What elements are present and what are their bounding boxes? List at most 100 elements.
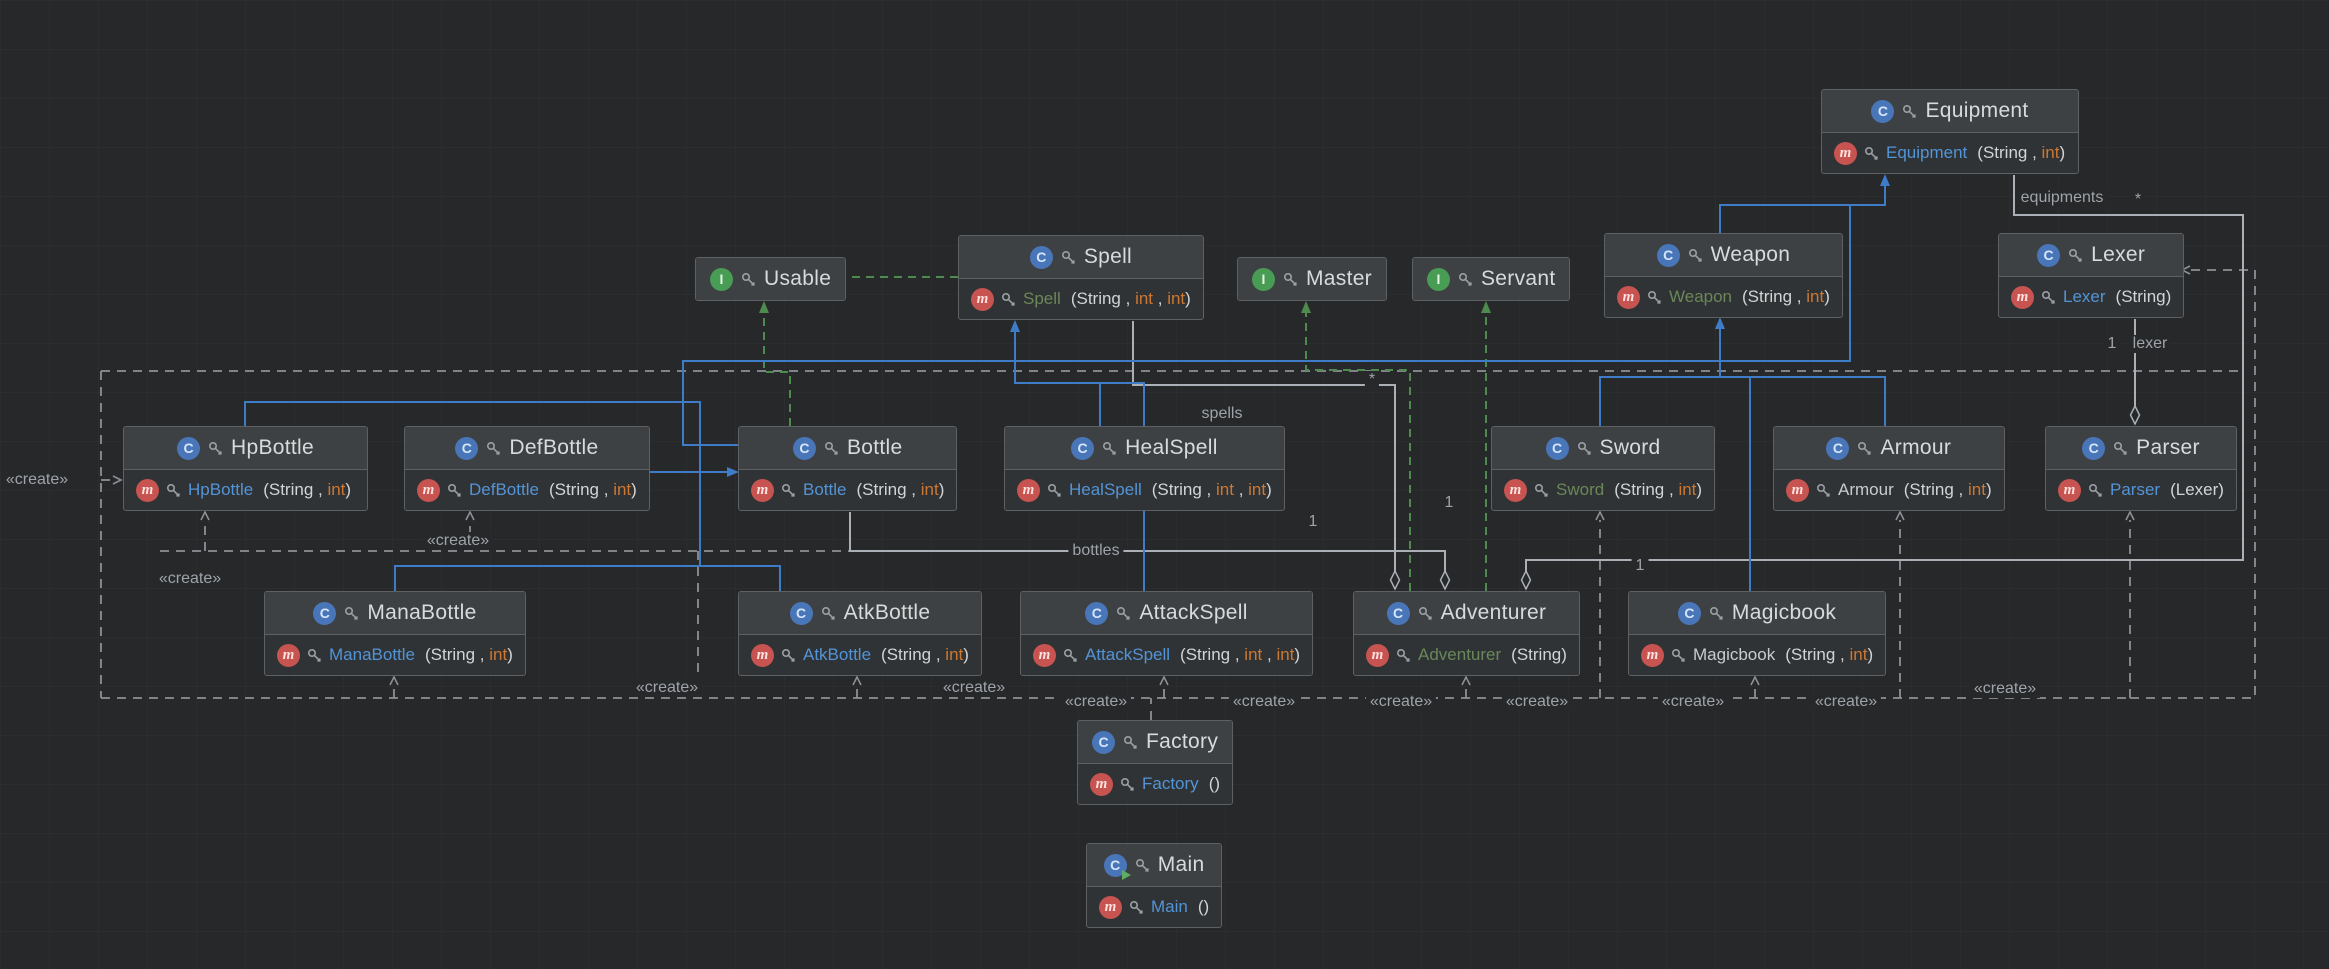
node-header[interactable]: C Weapon [1605,234,1842,277]
interface-icon: I [710,267,733,291]
node-header[interactable]: C Main [1087,844,1222,887]
method-row[interactable]: m Armour (String , int) [1774,470,2004,510]
method-icon: m [417,478,440,502]
class-node-equipment[interactable]: C Equipment m Equipment (String , int) [1821,89,2079,174]
class-node-hpbottle[interactable]: C HpBottle m HpBottle (String , int) [123,426,368,511]
visibility-icon [1709,606,1723,620]
node-header[interactable]: C Equipment [1822,90,2078,133]
visibility-icon [1123,735,1137,749]
method-row[interactable]: m HpBottle (String , int) [124,470,367,510]
class-node-adventurer[interactable]: C Adventurer m Adventurer (String) [1353,591,1580,676]
method-row[interactable]: m Weapon (String , int) [1605,277,1842,317]
node-header[interactable]: C AtkBottle [739,592,981,635]
method-params: (Lexer) [2170,480,2224,499]
edge-bottle-usable [759,301,791,426]
method-row[interactable]: m AttackSpell (String , int , int) [1021,635,1312,675]
visibility-icon [1647,290,1661,304]
node-header[interactable]: C AttackSpell [1021,592,1313,635]
method-row[interactable]: m Spell (String , int , int) [959,279,1203,319]
method-icon: m [1786,478,1809,502]
node-header[interactable]: C HpBottle [124,427,367,470]
method-params: (String , int) [548,480,637,499]
method-row[interactable]: m Magicbook (String , int) [1629,635,1885,675]
class-node-atkbottle[interactable]: C AtkBottle m AtkBottle (String , int) [738,591,982,676]
class-node-weapon[interactable]: C Weapon m Weapon (String , int) [1604,233,1843,318]
class-node-defbottle[interactable]: C DefBottle m DefBottle (String , int) [404,426,650,511]
edge-label: «create» [1657,693,1729,711]
edge-armour-weapon [1720,376,1886,426]
method-name: Parser [2110,480,2161,499]
method-params: (String , int) [1903,480,1992,499]
class-title: Weapon [1710,243,1791,266]
method-row[interactable]: m Parser (Lexer) [2046,470,2236,510]
edge-adventurer-bottles [849,512,1451,591]
edge-label: «create» [1228,693,1300,711]
method-name: HpBottle [188,480,254,499]
class-node-magicbook[interactable]: C Magicbook m Magicbook (String , int) [1628,591,1887,676]
method-params: (String , int , int) [1070,289,1191,308]
node-header[interactable]: C ManaBottle [265,592,525,635]
method-row[interactable]: m Equipment (String , int) [1822,133,2078,173]
class-node-spell[interactable]: C Spell m Spell (String , int , int) [958,235,1204,320]
node-header[interactable]: C Sword [1492,427,1715,470]
method-row[interactable]: m HealSpell (String , int , int) [1005,470,1284,510]
class-node-armour[interactable]: C Armour m Armour (String , int) [1773,426,2005,511]
method-row[interactable]: m Factory () [1078,764,1232,804]
class-title: Spell [1083,245,1133,268]
edge-label: «create» [1810,693,1882,711]
class-node-healspell[interactable]: C HealSpell m HealSpell (String , int , int) [1004,426,1285,511]
method-row[interactable]: m Sword (String , int) [1492,470,1714,510]
diagram-canvas[interactable]: C Equipment m Equipment (String , int) I Usabl… [0,0,2329,969]
method-row[interactable]: m Adventurer (String) [1354,635,1579,675]
node-header[interactable]: C DefBottle [405,427,649,470]
edge-label: spells [1197,405,1247,423]
class-node-master[interactable]: I Master [1237,257,1387,301]
class-icon: C [789,601,813,625]
method-icon: m [751,643,774,667]
node-header[interactable]: C Armour [1774,427,2004,470]
method-row[interactable]: m ManaBottle (String , int) [265,635,525,675]
class-node-manabottle[interactable]: C ManaBottle m ManaBottle (String , int) [264,591,526,676]
class-title: Armour [1880,436,1952,459]
visibility-icon [2088,483,2102,497]
method-row[interactable]: m Bottle (String , int) [739,470,956,510]
node-header[interactable]: C Factory [1078,721,1233,764]
method-name: Armour [1838,480,1894,499]
class-node-sword[interactable]: C Sword m Sword (String , int) [1491,426,1716,511]
node-header[interactable]: I Servant [1413,258,1570,300]
class-title: Main [1157,853,1205,876]
method-row[interactable]: m DefBottle (String , int) [405,470,649,510]
node-header[interactable]: C Spell [959,236,1203,279]
node-header[interactable]: C Magicbook [1629,592,1886,635]
node-header[interactable]: I Master [1238,258,1386,300]
method-row[interactable]: m Main () [1087,887,1221,927]
node-header[interactable]: C Bottle [739,427,957,470]
edge-weapon-equipment [1719,174,1890,233]
method-icon: m [751,478,774,502]
class-node-factory[interactable]: C Factory m Factory () [1077,720,1234,805]
node-header[interactable]: C Lexer [1999,234,2184,277]
method-row[interactable]: m AtkBottle (String , int) [739,635,981,675]
node-header[interactable]: C Adventurer [1354,592,1579,635]
class-node-lexer[interactable]: C Lexer m Lexer (String) [1998,233,2185,318]
class-node-usable[interactable]: I Usable [695,257,847,301]
method-params: (String , int) [881,645,969,664]
method-name: Weapon [1669,287,1733,306]
class-node-servant[interactable]: I Servant [1412,257,1571,301]
node-header[interactable]: C HealSpell [1005,427,1284,470]
class-node-attackspell[interactable]: C AttackSpell m AttackSpell (String , int , … [1020,591,1314,676]
node-header[interactable]: C Parser [2046,427,2236,470]
node-header[interactable]: I Usable [696,258,846,300]
visibility-icon [209,441,222,455]
visibility-icon [1063,648,1077,662]
visibility-icon [1129,900,1143,914]
class-node-bottle[interactable]: C Bottle m Bottle (String , int) [738,426,958,511]
visibility-icon [345,606,358,620]
method-name: AtkBottle [803,645,872,664]
method-name: Magicbook [1693,645,1776,664]
edge-label: «create» [1501,693,1573,711]
class-node-parser[interactable]: C Parser m Parser (Lexer) [2045,426,2237,511]
method-row[interactable]: m Lexer (String) [1999,277,2183,317]
class-node-main[interactable]: C Main m Main () [1086,843,1223,928]
method-icon: m [1017,478,1040,502]
